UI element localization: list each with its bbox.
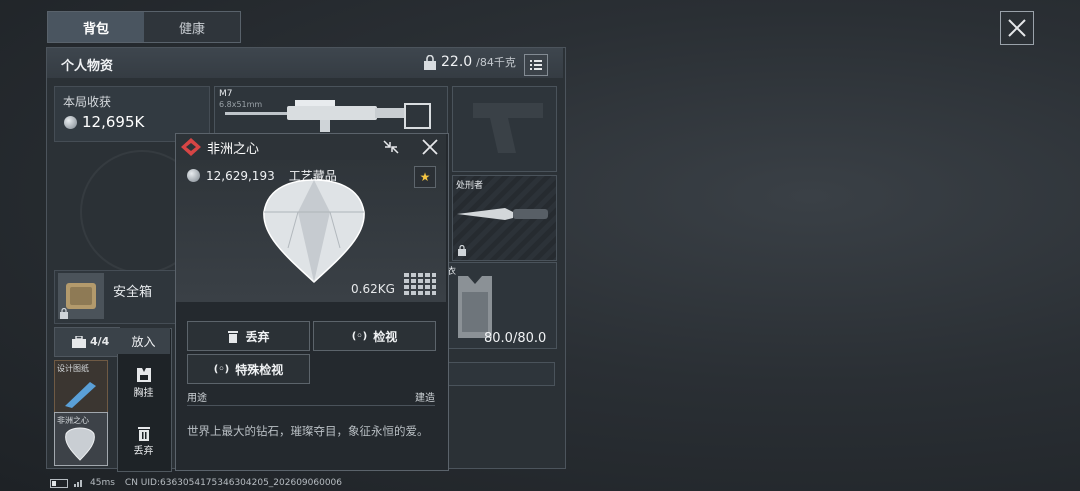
harvest-value: 12,695K: [64, 113, 144, 131]
knife-icon: [457, 208, 548, 220]
armor-durability: 80.0/80.0: [484, 331, 547, 346]
player-uid: CN UID:6363054175346304205_202609060006: [124, 478, 343, 488]
tab-health[interactable]: 健康: [144, 12, 240, 42]
harvest-amount: 12,695K: [82, 113, 145, 131]
item-weight: 0.62KG: [351, 282, 395, 296]
diamond-preview-icon: [263, 179, 365, 284]
panel-title: 个人物资: [61, 59, 114, 74]
inspect-button[interactable]: (◦) 检视: [313, 321, 436, 351]
knife-name: 处刑者: [456, 181, 484, 191]
weight-display: 22.0/84千克: [423, 54, 516, 70]
price-coin-icon: [187, 169, 200, 182]
star-icon: ★: [419, 170, 431, 184]
inspect-label: 检视: [373, 329, 398, 344]
list-icon: [530, 60, 542, 70]
weight-capacity: /84千克: [476, 56, 516, 69]
status-footer: 45ms CN UID:6363054175346304205_20260906…: [50, 478, 342, 488]
close-icon: [1008, 19, 1026, 37]
discard-label: 丢弃: [245, 329, 270, 344]
discard-trash-icon: [228, 330, 239, 343]
rifle-icon: [225, 100, 431, 132]
chest-rig-button[interactable]: 胸挂: [117, 366, 170, 399]
blueprint-icon: [65, 382, 96, 408]
special-inspect-icon: (◦): [213, 363, 230, 375]
popup-close-icon[interactable]: [420, 138, 440, 156]
ping-value: 45ms: [90, 478, 115, 488]
collapse-icon[interactable]: [382, 139, 400, 155]
usage-label: 用途: [187, 393, 207, 404]
backpack-capacity: [54, 327, 120, 357]
harvest-label: 本局收获: [63, 95, 112, 109]
rarity-diamond-icon: [181, 138, 201, 156]
empty-slot-bar[interactable]: [445, 362, 555, 386]
battery-icon: [50, 478, 68, 488]
discard-menu-button[interactable]: 丢弃: [117, 424, 170, 457]
item-blueprint-label: 设计图纸: [57, 364, 89, 373]
list-view-button[interactable]: [524, 54, 548, 76]
capacity-text: 4/4: [90, 335, 110, 348]
inspect-icon: (◦): [351, 330, 368, 342]
favorite-star-button[interactable]: ★: [414, 166, 436, 188]
item-description: 世界上最大的钻石，璀璨夺目，象征永恒的爱。: [187, 424, 429, 438]
close-button[interactable]: [1000, 11, 1034, 45]
chest-rig-icon: [136, 368, 151, 382]
discard-menu-label: 丢弃: [133, 446, 154, 457]
tab-backpack[interactable]: 背包: [48, 12, 144, 42]
popup-item-name: 非洲之心: [207, 142, 260, 157]
signal-icon: [74, 480, 82, 487]
trash-icon: [137, 427, 150, 441]
safebox-label: 安全箱: [113, 285, 153, 300]
weight-lock-icon: [424, 54, 436, 70]
diamond-small-icon: [65, 427, 95, 461]
chest-rig-label: 胸挂: [133, 388, 154, 399]
knife-lock-icon: [458, 245, 466, 256]
place-into-button[interactable]: 放入: [117, 328, 170, 354]
discard-button[interactable]: 丢弃: [187, 321, 310, 351]
pistol-icon: [473, 103, 543, 153]
build-label[interactable]: 建造: [415, 389, 435, 404]
case-icon: [72, 336, 86, 348]
coin-icon: [64, 115, 77, 129]
weight-current: 22.0: [441, 54, 473, 70]
special-inspect-button[interactable]: (◦) 特殊检视: [187, 354, 310, 384]
divider: [187, 405, 435, 406]
item-size-grid-icon: [404, 273, 436, 295]
safebox-lock-icon: [60, 308, 68, 319]
top-tabs: 背包 健康: [47, 11, 241, 43]
special-inspect-label: 特殊检视: [235, 362, 284, 377]
